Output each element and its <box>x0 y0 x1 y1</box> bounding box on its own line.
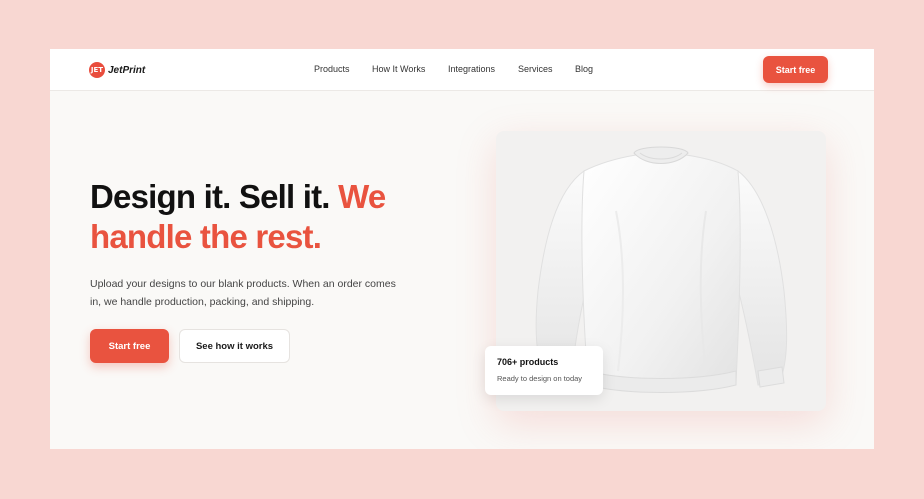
nav-item-integrations[interactable]: Integrations <box>448 64 495 74</box>
stat-subtitle: Ready to design on today <box>497 374 583 383</box>
landing-page: JET JetPrint Products How It Works Integ… <box>50 49 874 449</box>
stat-title: 706+ products <box>497 357 559 367</box>
site-header: JET JetPrint Products How It Works Integ… <box>50 49 874 91</box>
brand-name: JetPrint <box>108 64 146 76</box>
brand-logo[interactable]: JET JetPrint <box>89 62 145 78</box>
nav-item-how-it-works[interactable]: How It Works <box>372 64 425 74</box>
logo-mark-text: JET <box>90 65 104 74</box>
nav-item-products[interactable]: Products <box>314 64 350 74</box>
hero-headline: Design it. Sell it. We handle the rest. <box>90 177 450 257</box>
nav-item-services[interactable]: Services <box>518 64 553 74</box>
hero-start-free-button[interactable]: Start free <box>90 329 169 363</box>
headline-dark: Design it. Sell it. <box>90 178 330 215</box>
nav-item-blog[interactable]: Blog <box>575 64 593 74</box>
hero-subtext: Upload your designs to our blank product… <box>90 278 396 308</box>
header-start-free-button[interactable]: Start free <box>763 56 828 83</box>
see-how-it-works-button[interactable]: See how it works <box>179 329 290 363</box>
jetprint-logo-icon: JET <box>89 62 105 78</box>
products-stat-card: 706+ products Ready to design on today <box>485 346 603 395</box>
